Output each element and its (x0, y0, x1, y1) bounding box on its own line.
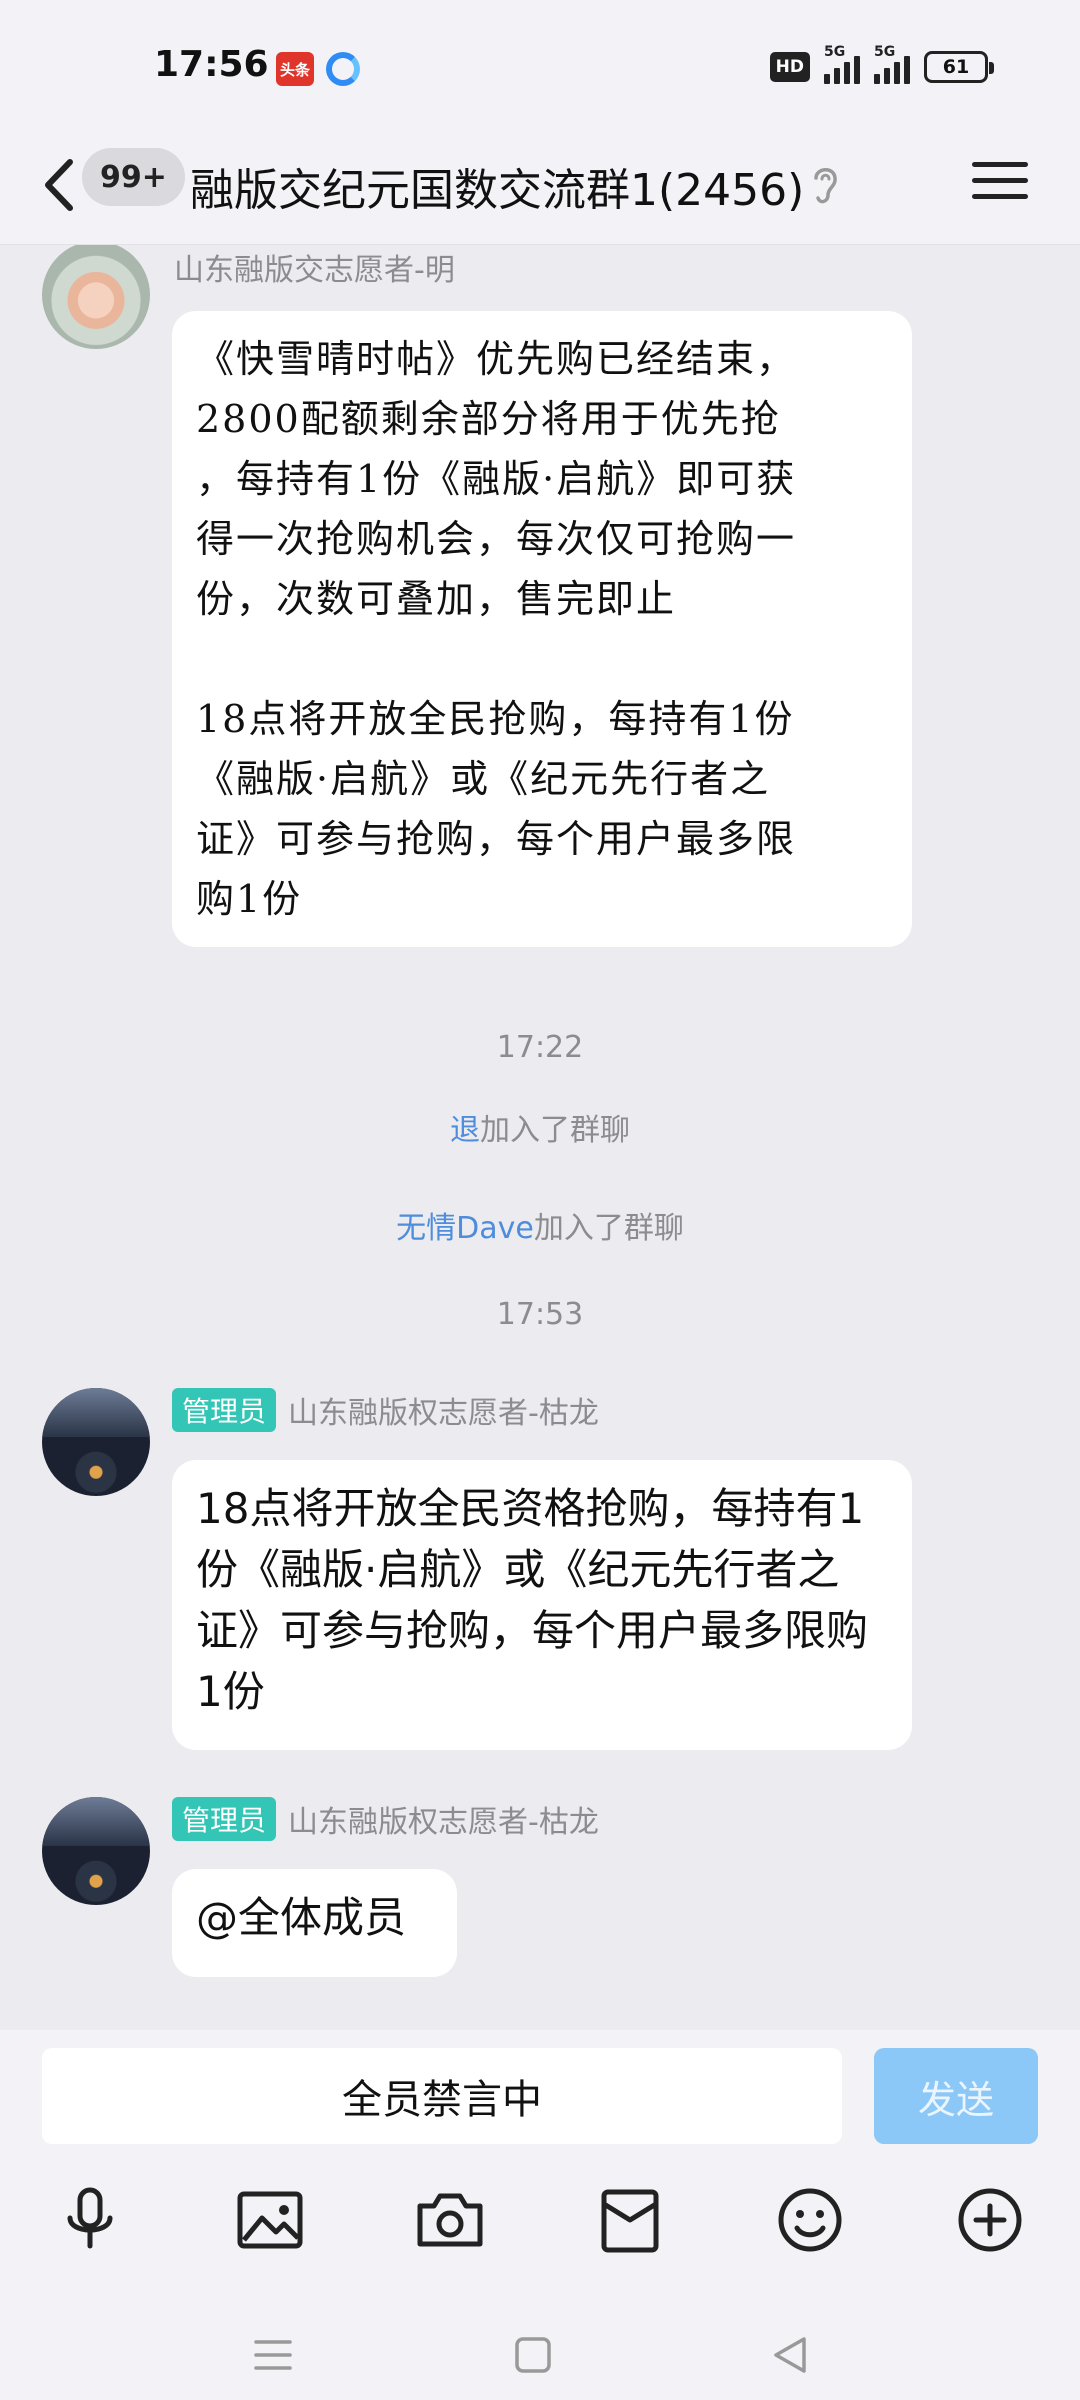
menu-line (972, 194, 1028, 199)
back-nav-icon (774, 2337, 806, 2373)
recent-apps-button[interactable] (248, 2330, 298, 2380)
group-title[interactable]: 融版交纪元国数交流群1(2456) (190, 154, 804, 218)
sender-line: 管理员 山东融版权志愿者-枯龙 (172, 1797, 599, 1841)
admin-badge: 管理员 (172, 1797, 277, 1841)
message-bubble[interactable]: @全体成员 (172, 1869, 457, 1977)
menu-nav-icon (254, 2340, 292, 2370)
signal-label-2: 5G (874, 44, 896, 60)
menu-line (972, 162, 1028, 167)
member-name-link[interactable]: 无情Dave (396, 1211, 534, 1246)
timestamp: 17:22 (496, 1030, 584, 1065)
sender-name: 山东融版权志愿者-枯龙 (288, 1396, 599, 1431)
back-nav-button[interactable] (766, 2330, 816, 2380)
join-text: 加入了群聊 (533, 1211, 684, 1246)
admin-badge: 管理员 (172, 1388, 277, 1432)
signal-label: 5G (824, 44, 846, 60)
input-toolbar (0, 2180, 1080, 2300)
message-input-muted[interactable]: 全员禁言中 (42, 2048, 842, 2144)
microphone-icon (67, 2187, 113, 2249)
voice-button[interactable] (50, 2180, 130, 2260)
chat-header: 99+ 融版交纪元国数交流群1(2456) (0, 130, 1080, 245)
signal-icon-2: 5G (874, 44, 910, 84)
status-bar: 17:56 头条 HD 5G 5G 61 (0, 0, 1080, 130)
avatar[interactable] (42, 245, 150, 349)
input-area: 全员禁言中 发送 (0, 2030, 1080, 2400)
emoji-button[interactable] (770, 2180, 850, 2260)
home-nav-icon (515, 2337, 551, 2373)
sender-line: 山东融版交志愿者-明 (174, 245, 455, 289)
home-button[interactable] (508, 2330, 558, 2380)
battery-icon: 61 (924, 51, 994, 83)
menu-button[interactable] (972, 154, 1028, 210)
image-icon (237, 2191, 303, 2249)
message-bubble[interactable]: 《快雪晴时帖》优先购已经结束， 2800配额剩余部分将用于优先抢 ，每持有1份《… (172, 311, 912, 947)
image-button[interactable] (230, 2180, 310, 2260)
message-bubble[interactable]: 18点将开放全民资格抢购，每持有1份《融版·启航》或《纪元先行者之证》可参与抢购… (172, 1460, 912, 1750)
signal-icon: 5G (824, 44, 860, 84)
camera-icon (417, 2193, 483, 2247)
member-name-link[interactable]: 退 (450, 1113, 480, 1148)
chevron-left-icon (45, 159, 73, 211)
join-notice: 无情Dave加入了群聊 (0, 1203, 1080, 1247)
notification-icons: 头条 (276, 52, 360, 86)
sender-name: 山东融版交志愿者-明 (174, 253, 455, 288)
menu-line (972, 178, 1028, 183)
red-packet-icon (601, 2189, 659, 2253)
back-button[interactable] (36, 150, 82, 220)
plus-icon (958, 2188, 1022, 2252)
status-time: 17:56 (154, 44, 269, 85)
avatar[interactable] (42, 1388, 150, 1496)
more-button[interactable] (950, 2180, 1030, 2260)
send-button[interactable]: 发送 (874, 2048, 1038, 2144)
unread-count-badge[interactable]: 99+ (82, 148, 185, 206)
red-packet-button[interactable] (590, 2180, 670, 2260)
avatar[interactable] (42, 1797, 150, 1905)
emoji-icon (778, 2188, 842, 2252)
toutiao-app-icon: 头条 (276, 52, 314, 86)
sender-line: 管理员 山东融版权志愿者-枯龙 (172, 1388, 599, 1432)
chat-message-list[interactable]: 山东融版交志愿者-明 《快雪晴时帖》优先购已经结束， 2800配额剩余部分将用于… (0, 245, 1080, 2030)
camera-button[interactable] (410, 2180, 490, 2260)
system-indicators: HD 5G 5G 61 (769, 44, 994, 84)
join-notice: 退加入了群聊 (0, 1105, 1080, 1149)
join-text: 加入了群聊 (480, 1113, 630, 1148)
hd-voice-icon: HD (769, 52, 810, 82)
sender-name: 山东融版权志愿者-枯龙 (288, 1805, 599, 1840)
earpiece-mode-icon[interactable] (808, 162, 842, 208)
timestamp: 17:53 (496, 1297, 584, 1332)
system-nav-bar (0, 2310, 1080, 2400)
browser-app-icon (326, 52, 360, 86)
